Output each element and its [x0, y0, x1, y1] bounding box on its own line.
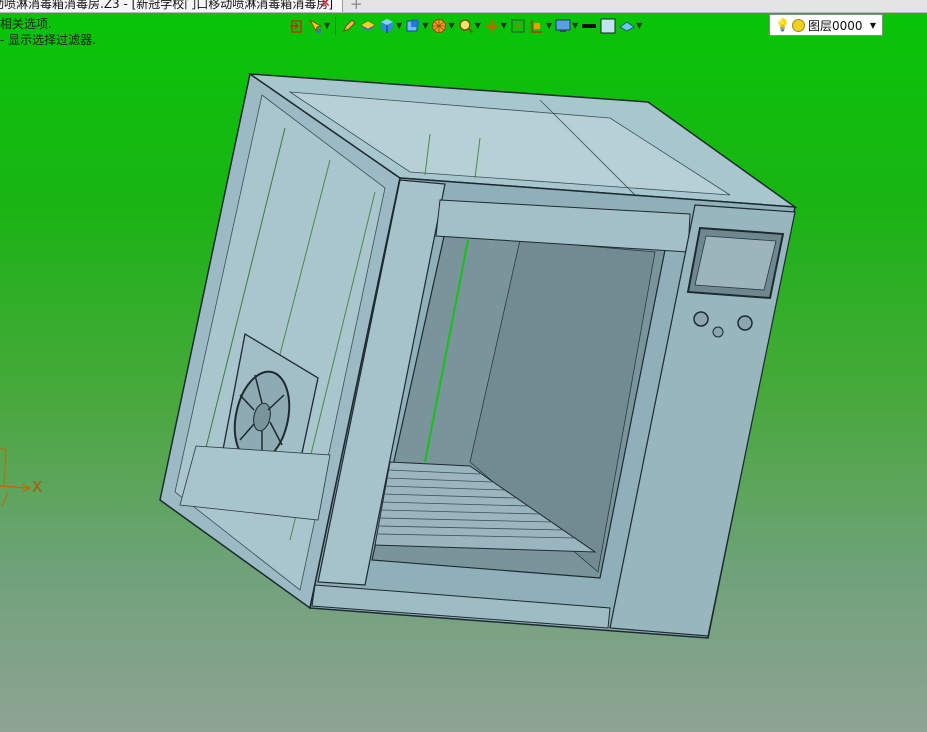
indicator-light: [712, 326, 724, 338]
x-axis-label: X: [32, 478, 43, 496]
model-viewport[interactable]: [0, 0, 927, 732]
axis-triad: [0, 447, 32, 507]
control-knob[interactable]: [737, 315, 753, 331]
control-knob[interactable]: [693, 311, 709, 327]
